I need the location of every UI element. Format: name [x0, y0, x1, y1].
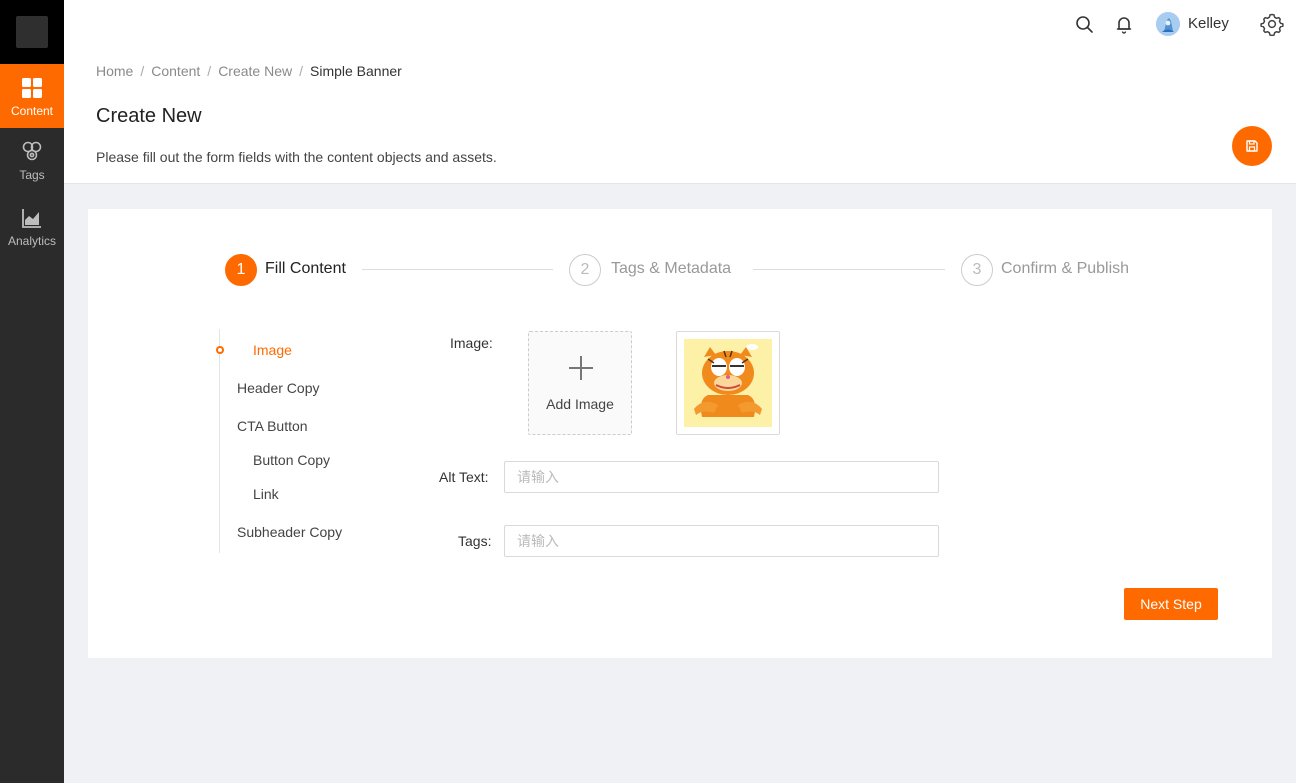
breadcrumb-current: Simple Banner: [310, 63, 402, 79]
step-1-indicator: 1: [225, 254, 257, 286]
image-label: Image:: [450, 335, 493, 351]
step-3-indicator: 3: [961, 254, 993, 286]
tags-label: Tags:: [458, 533, 492, 549]
sidebar-item-tags[interactable]: Tags: [0, 128, 64, 192]
sidebar-item-label: Analytics: [7, 234, 57, 248]
logo-area: [0, 0, 64, 64]
plus-icon: [569, 356, 593, 380]
step-1-label: Fill Content: [265, 260, 346, 277]
sidebar: Content Tags Analytics: [0, 0, 64, 783]
breadcrumb-create-new[interactable]: Create New: [218, 63, 292, 79]
form-card: 1 Fill Content 2 Tags & Metadata 3 Confi…: [88, 209, 1272, 658]
anchor-subheader-copy[interactable]: Subheader Copy: [237, 524, 342, 540]
breadcrumb-separator: /: [299, 63, 303, 79]
add-image-label: Add Image: [546, 396, 614, 412]
anchor-active-dot: [216, 346, 224, 354]
avatar[interactable]: [1156, 12, 1180, 36]
next-step-button[interactable]: Next Step: [1124, 588, 1218, 620]
breadcrumb-home[interactable]: Home: [96, 63, 133, 79]
alt-text-label: Alt Text:: [439, 469, 489, 485]
page-description: Please fill out the form fields with the…: [96, 149, 497, 165]
sidebar-item-analytics[interactable]: Analytics: [0, 194, 64, 258]
alt-text-input[interactable]: [504, 461, 939, 493]
anchor-image[interactable]: Image: [253, 342, 292, 358]
step-connector: [362, 269, 553, 270]
avatar-image: [1156, 12, 1180, 36]
breadcrumb-separator: /: [207, 63, 212, 79]
user-name[interactable]: Kelley: [1188, 15, 1229, 32]
sidebar-item-label: Tags: [19, 168, 45, 182]
uploaded-image: [684, 339, 772, 427]
analytics-icon: [22, 209, 41, 228]
page-header: Home / Content / Create New / Simple Banner Cr…: [64, 48, 1296, 184]
tags-input[interactable]: [504, 525, 939, 557]
anchor-header-copy[interactable]: Header Copy: [237, 380, 320, 396]
anchor-rail: [219, 329, 220, 553]
gear-icon[interactable]: [1260, 12, 1284, 36]
save-button[interactable]: [1232, 126, 1272, 166]
top-bar: Kelley: [64, 0, 1296, 48]
anchor-button-copy[interactable]: Button Copy: [253, 452, 330, 468]
bell-icon[interactable]: [1112, 12, 1136, 36]
page-title: Create New: [96, 105, 202, 127]
step-connector: [753, 269, 945, 270]
search-icon[interactable]: [1072, 12, 1096, 36]
anchor-link[interactable]: Link: [253, 486, 279, 502]
step-3-label: Confirm & Publish: [1001, 260, 1130, 277]
grid-icon: [22, 78, 42, 98]
cartoon-cat-image: [684, 339, 772, 427]
breadcrumb: Home / Content / Create New / Simple Banner: [96, 63, 402, 79]
anchor-cta-button[interactable]: CTA Button: [237, 418, 308, 434]
step-2-indicator: 2: [569, 254, 601, 286]
tags-icon: [22, 141, 42, 161]
breadcrumb-separator: /: [140, 63, 145, 79]
logo[interactable]: [16, 16, 48, 48]
breadcrumb-content[interactable]: Content: [151, 63, 200, 79]
sidebar-item-label: Content: [10, 104, 54, 118]
sidebar-item-content[interactable]: Content: [0, 64, 64, 128]
add-image-button[interactable]: Add Image: [528, 331, 632, 435]
image-thumbnail[interactable]: [676, 331, 780, 435]
step-2-label: Tags & Metadata: [611, 260, 732, 277]
save-icon: [1246, 140, 1258, 152]
